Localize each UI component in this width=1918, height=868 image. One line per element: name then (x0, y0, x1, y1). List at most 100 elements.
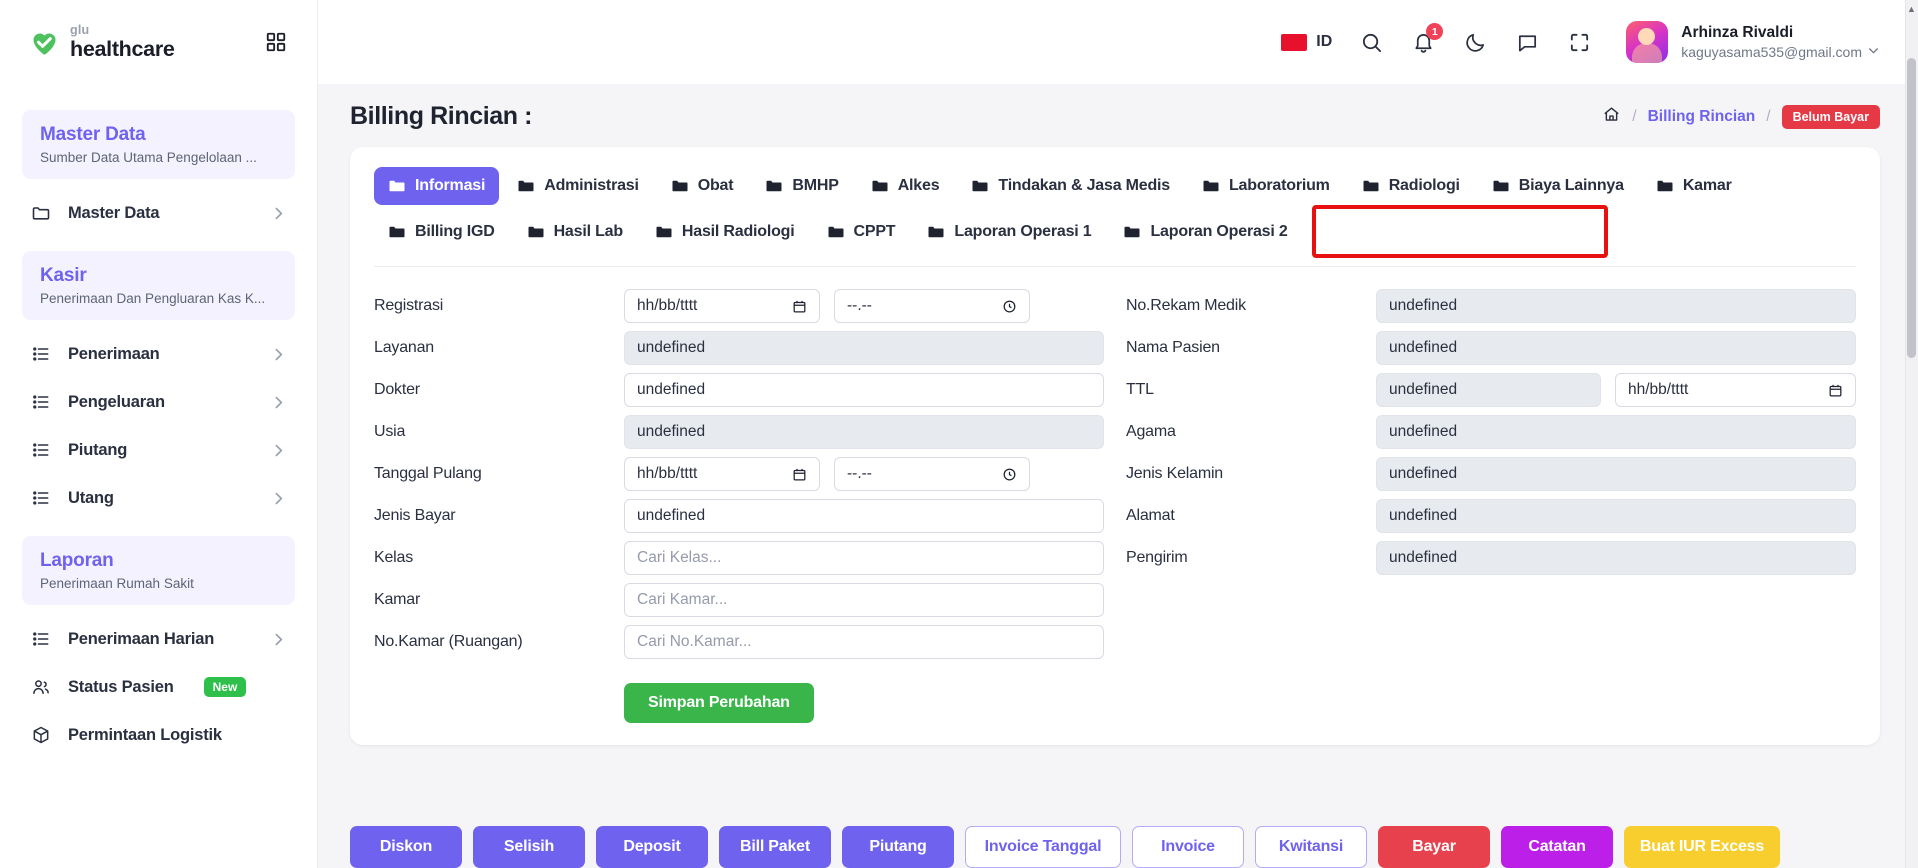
status-badge-belum-bayar: Belum Bayar (1781, 104, 1880, 129)
folder-icon (1123, 223, 1141, 241)
sidebar-section-master-data: Master Data Sumber Data Utama Pengelolaa… (22, 110, 295, 179)
catatan-button[interactable]: Catatan (1501, 826, 1613, 868)
pengirim-input: undefined (1376, 541, 1856, 575)
tab-alkes[interactable]: Alkes (857, 167, 954, 205)
tab-laporan-operasi-1[interactable]: Laporan Operasi 1 (913, 213, 1105, 251)
page-scrollbar[interactable]: ▲ (1905, 0, 1918, 868)
tab-bar: Informasi Administrasi Obat BMHP Alkes T… (374, 167, 1856, 267)
dokter-input[interactable]: undefined (624, 373, 1104, 407)
calendar-icon[interactable] (1828, 383, 1843, 398)
sidebar-item-label: Penerimaan (68, 344, 160, 363)
bayar-button[interactable]: Bayar (1378, 826, 1490, 868)
registrasi-date-input[interactable]: hh/bb/tttt (624, 289, 820, 323)
tab-radiologi[interactable]: Radiologi (1348, 167, 1474, 205)
kamar-search-input[interactable]: Cari Kamar... (624, 583, 1104, 617)
folder-icon (388, 177, 406, 195)
sidebar-item-penerimaan[interactable]: Penerimaan (0, 330, 317, 378)
form-right-column: No.Rekam Medik undefined Nama Pasien und… (1104, 289, 1856, 723)
tab-laporan-operasi-2[interactable]: Laporan Operasi 2 (1109, 213, 1301, 251)
kelas-search-input[interactable]: Cari Kelas... (624, 541, 1104, 575)
user-email-row: kaguyasama535@gmail.com (1681, 43, 1880, 61)
grid-icon[interactable] (263, 29, 289, 55)
input-placeholder-text: hh/bb/tttt (637, 465, 698, 482)
breadcrumb-separator: / (1632, 107, 1637, 125)
brand-logo[interactable]: glu healthcare (28, 24, 175, 60)
tab-administrasi[interactable]: Administrasi (503, 167, 653, 205)
field-label: Kelas (374, 549, 414, 566)
sidebar-item-master-data[interactable]: Master Data (0, 189, 317, 237)
ttl-date-input[interactable]: hh/bb/tttt (1615, 373, 1856, 407)
deposit-button[interactable]: Deposit (596, 826, 708, 868)
tab-hasil-radiologi[interactable]: Hasil Radiologi (641, 213, 809, 251)
breadcrumb-link-billing-rincian[interactable]: Billing Rincian (1648, 108, 1756, 126)
no-kamar-search-input[interactable]: Cari No.Kamar... (624, 625, 1104, 659)
tab-obat[interactable]: Obat (657, 167, 748, 205)
sidebar-item-penerimaan-harian[interactable]: Penerimaan Harian (0, 615, 317, 663)
invoice-button[interactable]: Invoice (1132, 826, 1244, 868)
bell-icon[interactable]: 1 (1410, 23, 1444, 55)
field-label: Registrasi (374, 297, 444, 314)
input-placeholder-text: --.-- (847, 297, 872, 314)
search-icon[interactable] (1358, 29, 1384, 55)
tab-label: Tindakan & Jasa Medis (998, 177, 1170, 194)
tanggal-pulang-time-input[interactable]: --.-- (834, 457, 1030, 491)
content-area: Informasi Administrasi Obat BMHP Alkes T… (318, 141, 1918, 808)
field-label: Jenis Kelamin (1126, 465, 1224, 482)
registrasi-time-input[interactable]: --.-- (834, 289, 1030, 323)
moon-icon[interactable] (1462, 29, 1488, 55)
jenis-kelamin-input: undefined (1376, 457, 1856, 491)
sidebar-item-pengeluaran[interactable]: Pengeluaran (0, 378, 317, 426)
input-placeholder-text: hh/bb/tttt (637, 297, 698, 314)
status-badge-new: New (203, 677, 247, 697)
bill-paket-button[interactable]: Bill Paket (719, 826, 831, 868)
tab-label: Hasil Radiologi (681, 222, 795, 240)
main-area: ID 1 Arhinza Rivaldi kaguyasama535@gmail… (318, 0, 1918, 868)
folder-icon (827, 223, 845, 241)
calendar-icon[interactable] (792, 467, 807, 482)
clock-icon[interactable] (1002, 467, 1017, 482)
field-label: Usia (374, 423, 406, 440)
notification-count-badge: 1 (1426, 23, 1444, 40)
tab-informasi[interactable]: Informasi (374, 167, 500, 205)
scroll-up-arrow-icon[interactable]: ▲ (1907, 4, 1916, 14)
tab-biaya-lainnya[interactable]: Biaya Lainnya (1478, 167, 1638, 205)
sidebar-item-status-pasien[interactable]: Status Pasien New (0, 663, 317, 711)
tab-laboratorium[interactable]: Laboratorium (1188, 167, 1344, 205)
sidebar-item-utang[interactable]: Utang (0, 474, 317, 522)
tab-label: Laporan Operasi 2 (1150, 222, 1288, 240)
clock-icon[interactable] (1002, 299, 1017, 314)
chat-icon[interactable] (1514, 29, 1540, 55)
home-icon[interactable] (1602, 105, 1621, 129)
tab-cppt[interactable]: CPPT (813, 213, 910, 251)
annotation-highlight-box (1311, 205, 1608, 258)
folder-icon (671, 177, 689, 195)
buat-iur-excess-button[interactable]: Buat IUR Excess (1624, 826, 1780, 868)
users-icon (30, 676, 52, 698)
list-icon (30, 391, 52, 413)
tab-bmhp[interactable]: BMHP (751, 167, 852, 205)
diskon-button[interactable]: Diskon (350, 826, 462, 868)
tab-billing-igd[interactable]: Billing IGD (374, 213, 509, 251)
invoice-tanggal-button[interactable]: Invoice Tanggal (965, 826, 1121, 868)
sidebar-item-permintaan-logistik[interactable]: Permintaan Logistik (0, 711, 317, 759)
selisih-button[interactable]: Selisih (473, 826, 585, 868)
piutang-button[interactable]: Piutang (842, 826, 954, 868)
tab-hasil-lab[interactable]: Hasil Lab (513, 213, 637, 251)
language-selector[interactable]: ID (1281, 33, 1332, 51)
sidebar-section-laporan: Laporan Penerimaan Rumah Sakit (22, 536, 295, 605)
save-button[interactable]: Simpan Perubahan (624, 683, 814, 723)
user-menu[interactable]: Arhinza Rivaldi kaguyasama535@gmail.com (1626, 21, 1880, 63)
heart-check-logo-icon (28, 26, 61, 59)
jenis-bayar-input[interactable]: undefined (624, 499, 1104, 533)
fullscreen-icon[interactable] (1566, 29, 1592, 55)
calendar-icon[interactable] (792, 299, 807, 314)
chevron-right-icon (270, 346, 287, 363)
tab-kamar[interactable]: Kamar (1642, 167, 1746, 205)
folder-icon (517, 177, 535, 195)
kwitansi-button[interactable]: Kwitansi (1255, 826, 1367, 868)
tab-tindakan-jasa-medis[interactable]: Tindakan & Jasa Medis (957, 167, 1184, 205)
sidebar-item-piutang[interactable]: Piutang (0, 426, 317, 474)
tanggal-pulang-date-input[interactable]: hh/bb/tttt (624, 457, 820, 491)
list-icon (30, 439, 52, 461)
scrollbar-thumb[interactable] (1907, 58, 1916, 358)
